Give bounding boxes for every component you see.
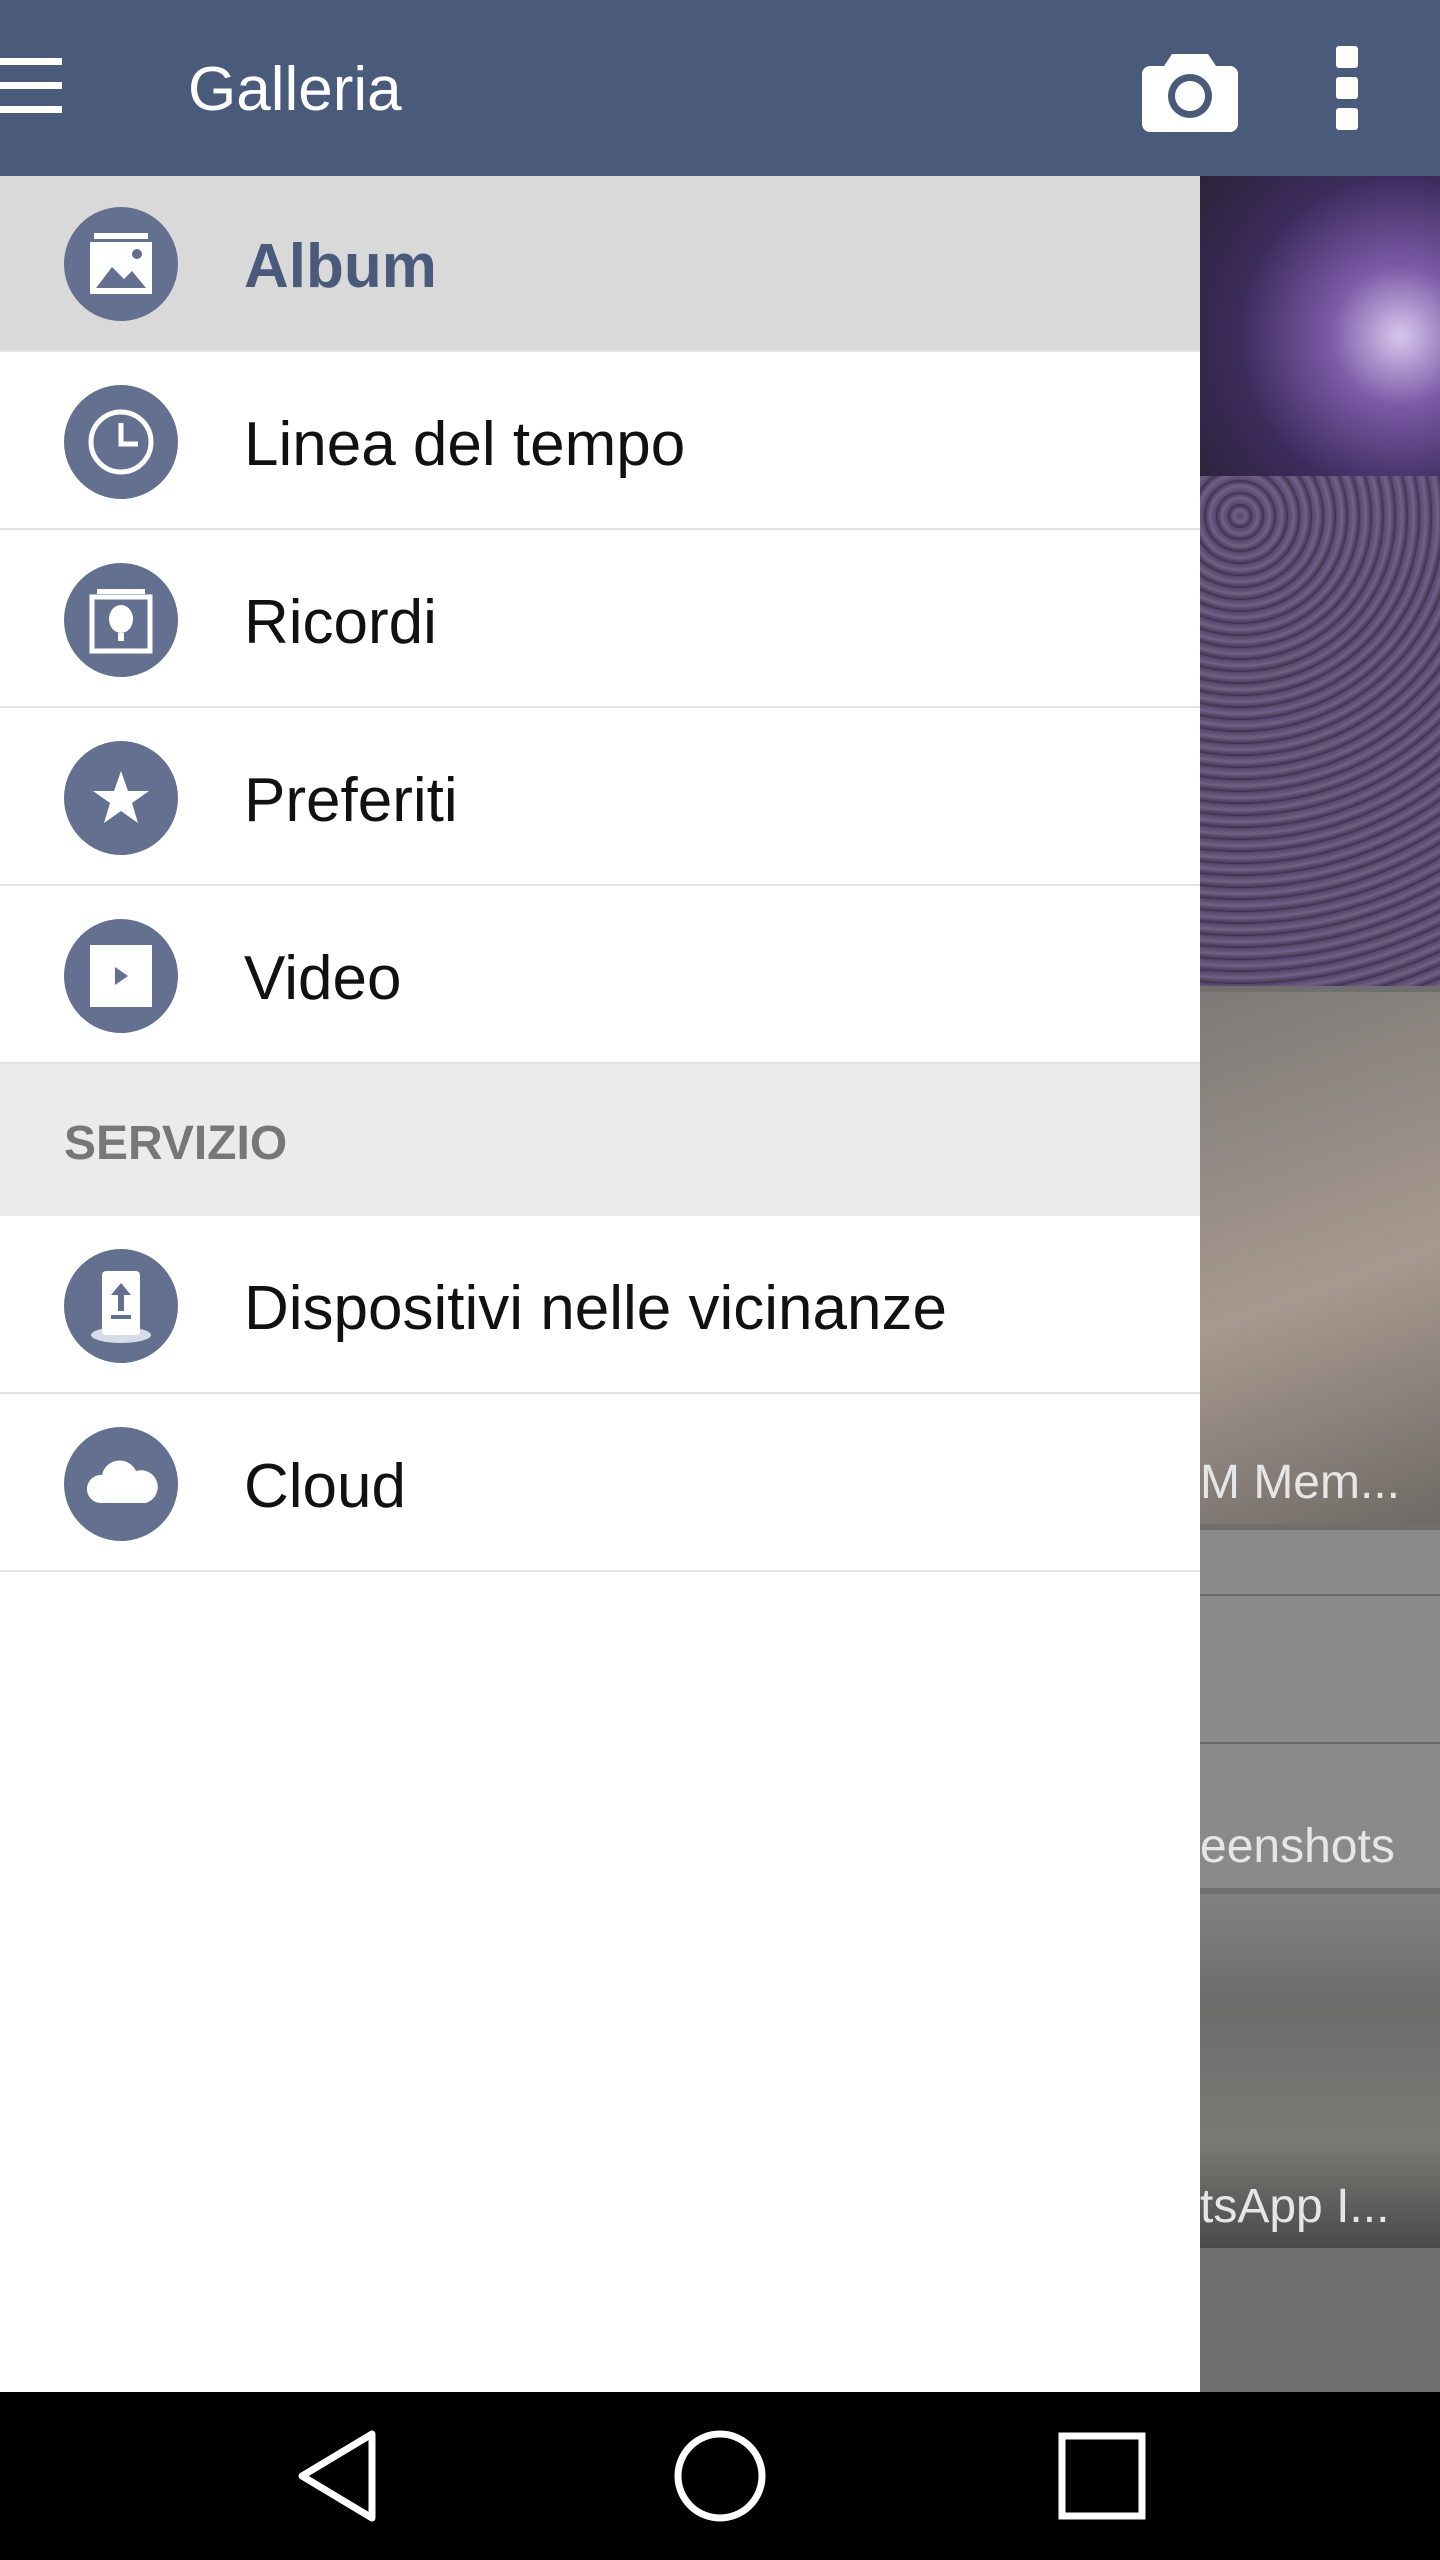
- back-triangle-icon[interactable]: [292, 2426, 392, 2526]
- page-title: Galleria: [188, 55, 402, 124]
- play-icon: [64, 919, 178, 1033]
- cloud-icon: [64, 1427, 178, 1541]
- clock-icon: [64, 385, 178, 499]
- hamburger-menu-icon[interactable]: [0, 58, 64, 118]
- memories-balloon-icon: [64, 563, 178, 677]
- camera-icon[interactable]: [1142, 44, 1238, 132]
- gallery-tile[interactable]: eenshots: [1200, 1530, 1440, 1888]
- drawer-item-favorites[interactable]: Preferiti: [0, 710, 1200, 886]
- home-circle-icon[interactable]: [670, 2426, 770, 2526]
- album-caption: M Mem...: [1200, 1456, 1400, 1509]
- star-icon: [64, 741, 178, 855]
- navigation-drawer: Album Linea del tempo Ricordi Preferiti …: [0, 176, 1200, 2392]
- section-header-label: SERVIZIO: [64, 1117, 288, 1170]
- photo-thumbnail: [1200, 476, 1440, 986]
- drawer-item-label: Preferiti: [244, 766, 458, 835]
- gallery-tile[interactable]: tsApp I...: [1200, 1894, 1440, 2248]
- drawer-item-label: Album: [244, 232, 437, 301]
- drawer-item-memories[interactable]: Ricordi: [0, 532, 1200, 708]
- drawer-item-label: Cloud: [244, 1452, 406, 1521]
- drawer-item-album[interactable]: Album: [0, 176, 1200, 352]
- drawer-item-label: Ricordi: [244, 588, 437, 657]
- drawer-item-label: Linea del tempo: [244, 410, 686, 479]
- gallery-tile[interactable]: M Mem...: [1200, 992, 1440, 1524]
- album-caption: tsApp I...: [1200, 2180, 1390, 2233]
- drawer-item-timeline[interactable]: Linea del tempo: [0, 354, 1200, 530]
- drawer-item-label: Dispositivi nelle vicinanze: [244, 1274, 947, 1343]
- section-header: SERVIZIO: [0, 1064, 1200, 1216]
- drawer-item-nearby-devices[interactable]: Dispositivi nelle vicinanze: [0, 1218, 1200, 1394]
- more-vertical-icon[interactable]: [1326, 46, 1372, 130]
- drawer-item-video[interactable]: Video: [0, 888, 1200, 1064]
- album-icon: [64, 207, 178, 321]
- album-caption: eenshots: [1200, 1820, 1395, 1873]
- drawer-item-label: Video: [244, 944, 402, 1013]
- system-nav-bar: [0, 2392, 1440, 2560]
- nearby-device-icon: [64, 1249, 178, 1363]
- app-bar: Galleria: [0, 0, 1440, 176]
- gallery-tile[interactable]: [1200, 176, 1440, 986]
- background-gallery: M Mem... eenshots tsApp I...: [1200, 176, 1440, 2392]
- drawer-item-cloud[interactable]: Cloud: [0, 1396, 1200, 1572]
- recents-square-icon[interactable]: [1052, 2426, 1152, 2526]
